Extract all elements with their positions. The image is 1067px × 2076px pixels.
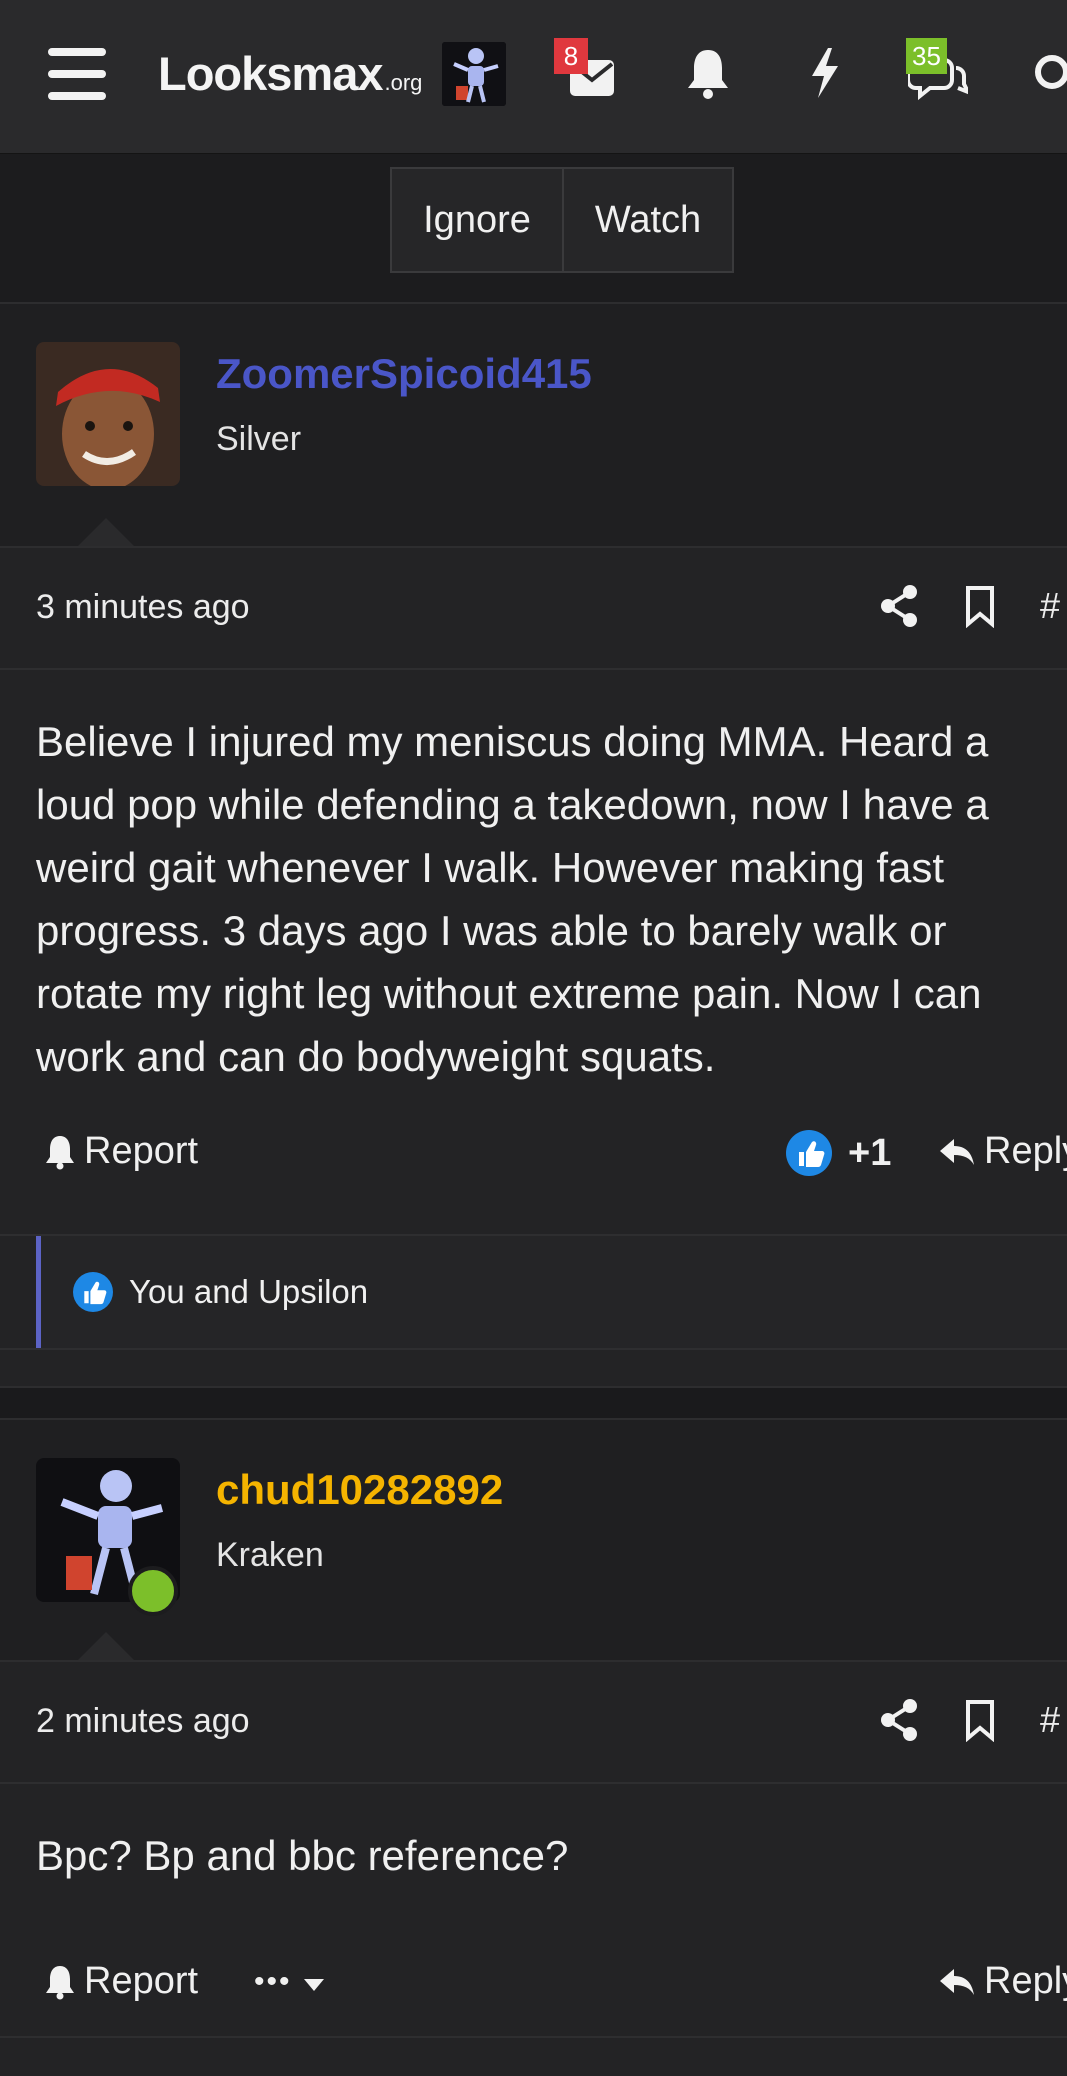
report-button[interactable]: Report xyxy=(44,1130,198,1173)
report-label: Report xyxy=(84,1130,199,1172)
post-body: 2 minutes ago # Bpc? Bp and bbc referenc… xyxy=(0,1662,1067,2076)
reaction-summary[interactable]: +1 xyxy=(786,1130,891,1176)
bell-icon[interactable] xyxy=(684,44,740,104)
post-timestamp[interactable]: 2 minutes ago xyxy=(36,1702,250,1741)
thread-action-buttons: Ignore Watch xyxy=(390,167,734,273)
divider xyxy=(0,1782,1067,1784)
inbox-icon[interactable]: 8 xyxy=(554,38,624,104)
report-button[interactable]: Report xyxy=(44,1960,198,2003)
post-message: Bpc? Bp and bbc reference? xyxy=(36,1832,569,1879)
messages-badge: 8 xyxy=(554,38,588,74)
post-tools: # xyxy=(880,584,1060,629)
reply-button[interactable]: Reply xyxy=(938,1960,1067,2003)
bell-icon xyxy=(44,1134,76,1170)
account-avatar[interactable] xyxy=(442,42,506,106)
divider xyxy=(0,1348,1067,1350)
post-actions: Report +1 Reply xyxy=(0,1130,1067,1190)
conversations-icon[interactable]: 35 xyxy=(906,38,973,104)
share-icon[interactable] xyxy=(880,584,920,628)
top-nav-bar: Looksmax .org 8 35 xyxy=(0,0,1067,154)
search-icon[interactable] xyxy=(1028,44,1067,104)
lightning-icon[interactable] xyxy=(804,44,860,104)
share-icon[interactable] xyxy=(880,1698,920,1742)
caret-down-icon xyxy=(302,1960,326,2003)
post-permalink[interactable]: # xyxy=(1040,585,1060,627)
more-label: ••• xyxy=(254,1964,292,1998)
post-timestamp[interactable]: 3 minutes ago xyxy=(36,588,250,627)
post-user-header: chud10282892 Kraken xyxy=(0,1420,1067,1662)
online-status-indicator xyxy=(128,1566,178,1616)
divider xyxy=(0,2036,1067,2038)
user-title: Silver xyxy=(216,420,302,458)
logo-text: Looksmax xyxy=(158,47,383,100)
thumbs-up-icon xyxy=(73,1272,113,1312)
post-permalink[interactable]: # xyxy=(1040,1699,1060,1741)
post-separator xyxy=(0,1388,1067,1418)
likes-summary-text: You and Upsilon xyxy=(129,1273,369,1310)
avatar[interactable] xyxy=(36,342,180,486)
post-message: Believe I injured my meniscus doing MMA.… xyxy=(36,718,989,1080)
bookmark-icon[interactable] xyxy=(960,584,1000,629)
logo-suffix: .org xyxy=(384,70,423,95)
post-user-header: ZoomerSpicoid415 Silver xyxy=(0,304,1067,546)
page: Looksmax .org 8 35 Ignore Watch ZoomerSp… xyxy=(0,0,1067,2076)
ignore-button[interactable]: Ignore xyxy=(390,167,564,273)
likes-bar[interactable]: You and Upsilon xyxy=(36,1236,1067,1348)
divider xyxy=(0,668,1067,670)
reply-button[interactable]: Reply xyxy=(938,1130,1067,1173)
thumbs-up-icon xyxy=(786,1130,832,1176)
bell-icon xyxy=(44,1964,76,2000)
username-text: ZoomerSpicoid415 xyxy=(216,350,592,397)
user-title: Kraken xyxy=(216,1536,324,1574)
report-label: Report xyxy=(84,1960,199,2002)
post-tools: # xyxy=(880,1698,1060,1743)
username[interactable]: chud10282892 xyxy=(216,1466,503,1514)
more-options-button[interactable]: ••• xyxy=(254,1960,326,2003)
post-pointer xyxy=(76,518,136,548)
bookmark-icon[interactable] xyxy=(960,1698,1000,1743)
post-pointer xyxy=(76,1632,136,1662)
like-count: +1 xyxy=(848,1131,892,1174)
username-text: chud10282892 xyxy=(216,1466,504,1513)
site-logo[interactable]: Looksmax .org xyxy=(158,46,422,102)
reply-label: Reply xyxy=(984,1130,1067,1172)
reply-icon xyxy=(938,1965,976,1999)
conversations-badge: 35 xyxy=(906,38,947,74)
reply-label: Reply xyxy=(984,1960,1067,2002)
post-body: 3 minutes ago # Believe I injured my men… xyxy=(0,548,1067,1386)
watch-button[interactable]: Watch xyxy=(562,167,734,273)
menu-icon[interactable] xyxy=(48,48,108,100)
post-actions: Report ••• Reply xyxy=(0,1960,1067,2020)
reply-icon xyxy=(938,1135,976,1169)
username[interactable]: ZoomerSpicoid415 xyxy=(216,350,592,398)
